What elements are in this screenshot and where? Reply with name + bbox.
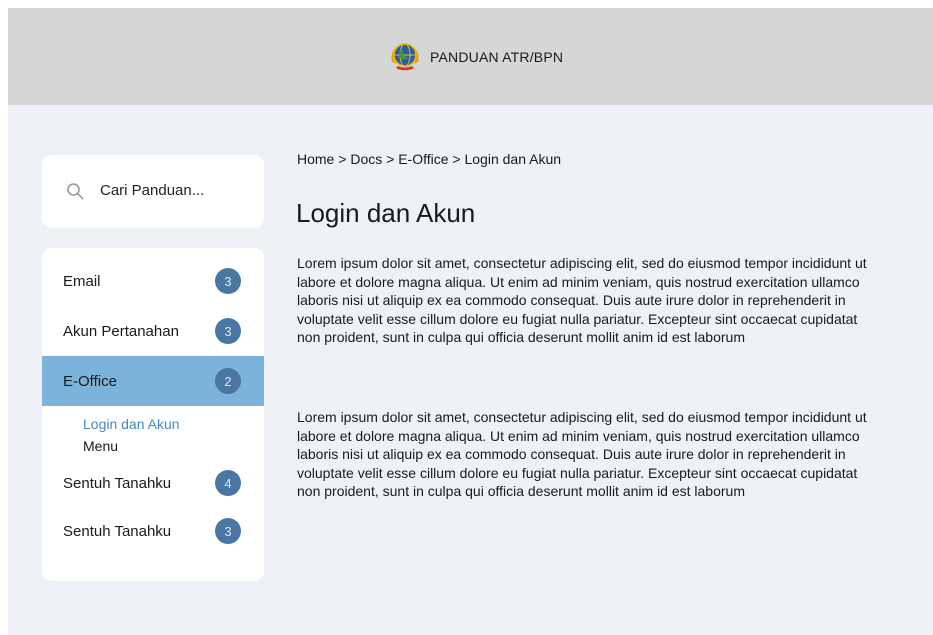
app-frame: PANDUAN ATR/BPN Cari Panduan... Email 3 … bbox=[8, 8, 933, 635]
breadcrumb-separator: > bbox=[452, 151, 461, 167]
brand[interactable]: PANDUAN ATR/BPN bbox=[388, 40, 563, 74]
breadcrumb-current: Login dan Akun bbox=[464, 151, 562, 167]
sidebar-item-sentuh-tanahku-2[interactable]: Sentuh Tanahku 3 bbox=[42, 506, 264, 556]
sidebar-item-label: Sentuh Tanahku bbox=[63, 522, 172, 540]
page-title: Login dan Akun bbox=[296, 198, 476, 228]
brand-name: PANDUAN ATR/BPN bbox=[430, 49, 564, 65]
sidebar-item-akun-pertanahan[interactable]: Akun Pertanahan 3 bbox=[42, 306, 264, 356]
content-paragraph: Lorem ipsum dolor sit amet, consectetur … bbox=[297, 255, 867, 345]
sidebar-item-e-office[interactable]: E-Office 2 bbox=[42, 356, 264, 406]
sidebar-item-label: E-Office bbox=[63, 372, 117, 390]
breadcrumb-home[interactable]: Home bbox=[297, 151, 334, 167]
sidebar-item-label: Email bbox=[63, 272, 101, 290]
content-paragraph: Lorem ipsum dolor sit amet, consectetur … bbox=[297, 409, 867, 499]
search-box[interactable]: Cari Panduan... bbox=[42, 155, 264, 228]
breadcrumb-separator: > bbox=[386, 151, 395, 167]
count-badge: 3 bbox=[215, 518, 241, 544]
count-badge: 4 bbox=[215, 470, 241, 496]
breadcrumb-separator: > bbox=[338, 151, 347, 167]
search-input[interactable]: Cari Panduan... bbox=[100, 182, 204, 199]
subitem-login-dan-akun[interactable]: Login dan Akun bbox=[83, 416, 180, 432]
count-badge: 2 bbox=[215, 368, 241, 394]
sidebar-item-sentuh-tanahku[interactable]: Sentuh Tanahku 4 bbox=[42, 458, 264, 508]
subitem-menu[interactable]: Menu bbox=[83, 438, 118, 454]
search-icon bbox=[67, 183, 84, 200]
atr-bpn-logo-icon bbox=[391, 43, 419, 71]
sidebar-item-label: Akun Pertanahan bbox=[63, 322, 179, 340]
count-badge: 3 bbox=[215, 268, 241, 294]
sidebar-nav: Email 3 Akun Pertanahan 3 E-Office 2 Log… bbox=[42, 248, 264, 581]
breadcrumb-docs[interactable]: Docs bbox=[350, 151, 382, 167]
sidebar-item-email[interactable]: Email 3 bbox=[42, 256, 264, 306]
breadcrumb: Home > Docs > E-Office > Login dan Akun bbox=[297, 151, 561, 167]
top-header: PANDUAN ATR/BPN bbox=[8, 8, 933, 105]
count-badge: 3 bbox=[215, 318, 241, 344]
sidebar-item-label: Sentuh Tanahku bbox=[63, 474, 172, 492]
breadcrumb-e-office[interactable]: E-Office bbox=[398, 151, 448, 167]
